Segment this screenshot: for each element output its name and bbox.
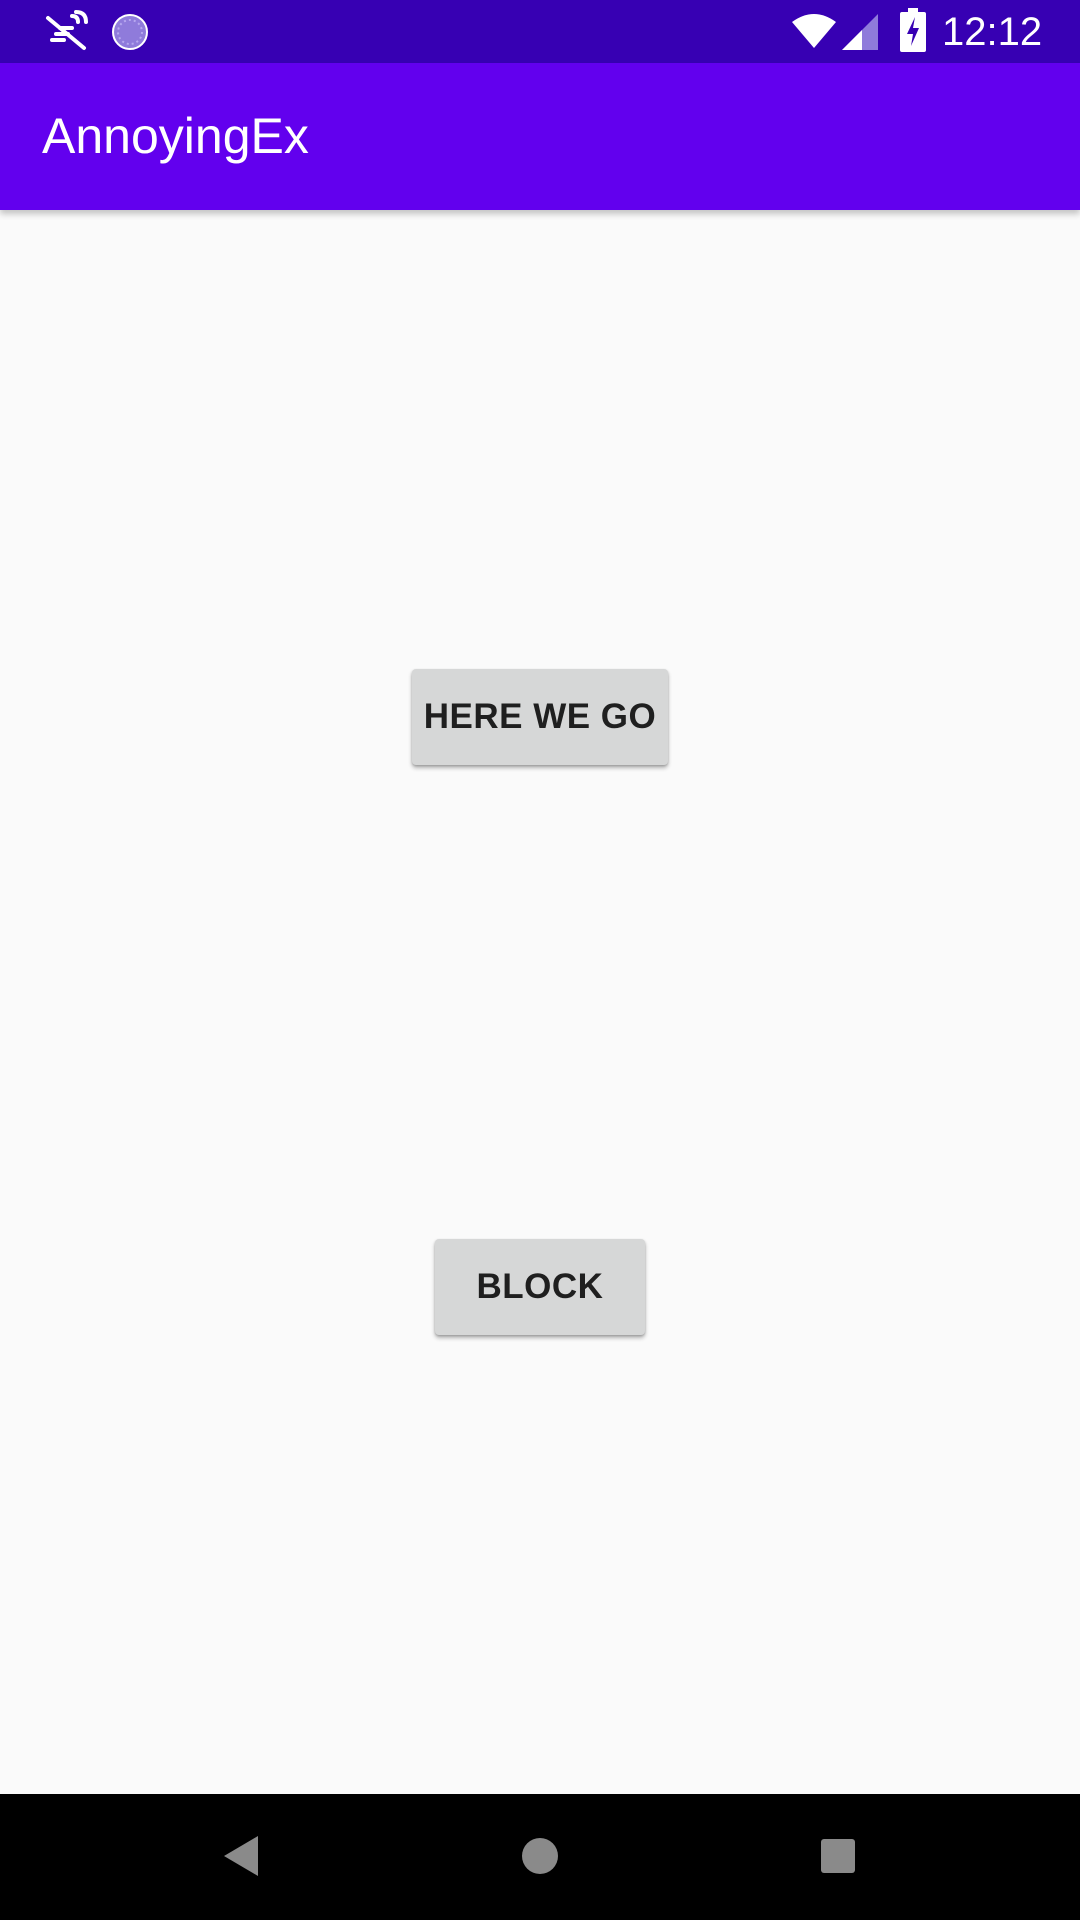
app-title: AnnoyingEx [42, 108, 309, 164]
wifi-icon [792, 14, 836, 48]
recents-icon[interactable] [820, 1838, 856, 1874]
app-bar: AnnoyingEx [0, 63, 1080, 210]
status-time: 12:12 [942, 10, 1043, 54]
screen: 12:12 AnnoyingEx HERE WE GO BLOCK [0, 0, 1080, 1920]
block-button[interactable]: BLOCK [435, 1239, 645, 1335]
home-icon[interactable] [520, 1836, 560, 1876]
status-bar: 12:12 [0, 0, 1080, 63]
notifications-off-icon [46, 10, 88, 50]
back-icon[interactable] [222, 1834, 260, 1878]
sync-progress-icon [112, 14, 148, 50]
navigation-bar [0, 1794, 1080, 1920]
battery-charging-icon [900, 8, 926, 52]
cell-signal-icon [842, 14, 878, 50]
here-we-go-button[interactable]: HERE WE GO [412, 669, 668, 765]
